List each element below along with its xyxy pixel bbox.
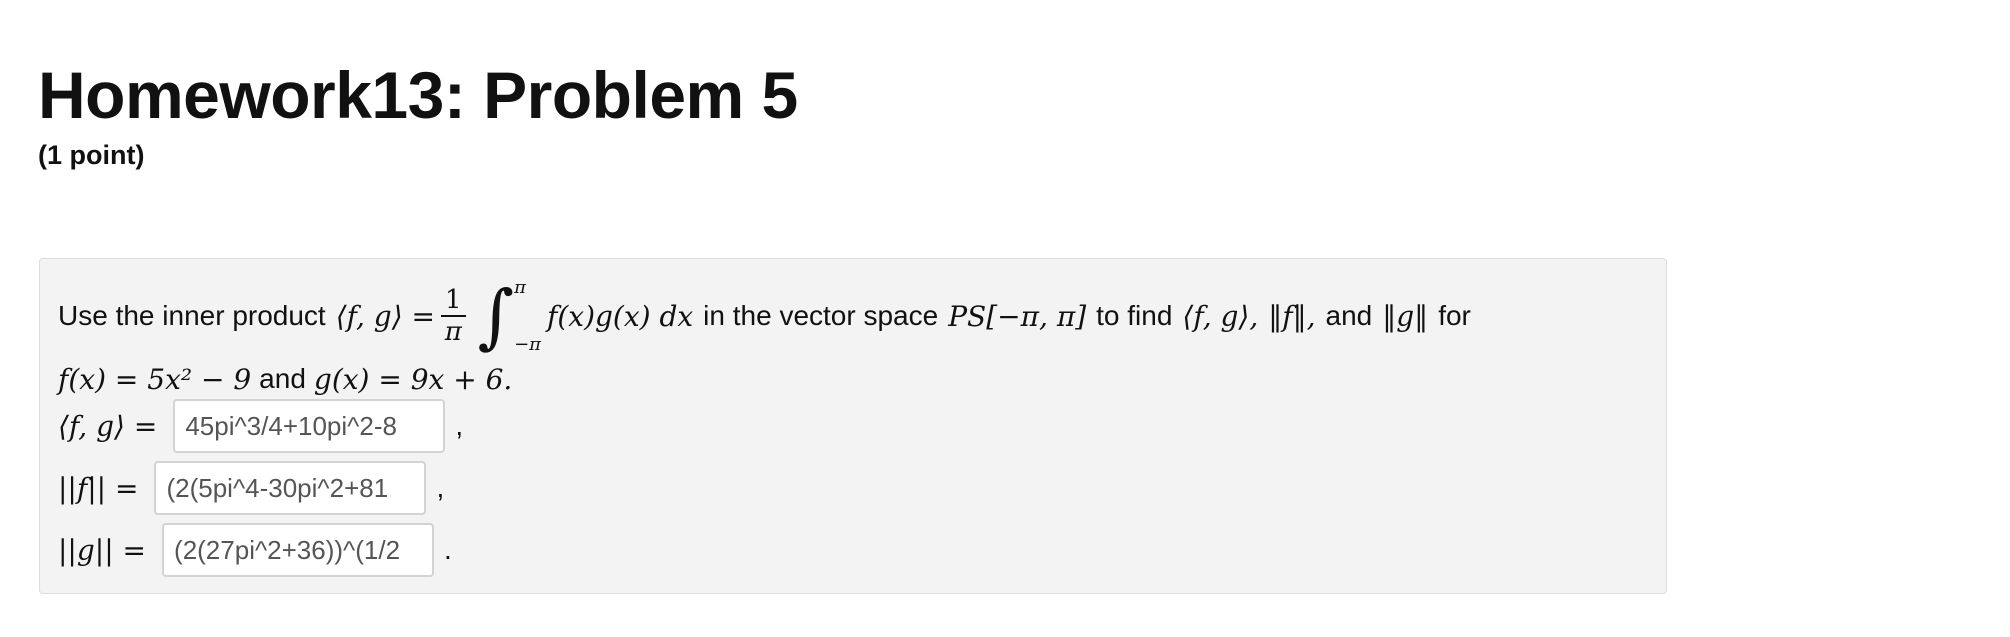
in-space-text: in the vector space	[703, 300, 939, 331]
fraction-numerator: 1	[441, 285, 466, 317]
problem-statement-line-1: Use the inner product ⟨f, g⟩ = 1 π ∫ π −…	[58, 271, 1471, 361]
for-text: for	[1438, 300, 1471, 331]
fraction-denominator: π	[444, 317, 462, 347]
vector-space: PS[−π, π]	[948, 299, 1087, 333]
answer-input-norm-g[interactable]: (2(27pi^2+36))^(1/2	[162, 523, 435, 577]
answer-row-inner-product: ⟨f, g⟩ = 45pi^3/4+10pi^2-8 ,	[58, 399, 463, 453]
integral-limits: π −π	[514, 277, 541, 355]
intro-text: Use the inner product	[58, 300, 326, 331]
answer-punctuation: ,	[455, 410, 464, 441]
fraction: 1 π	[441, 285, 466, 347]
answer-punctuation: ,	[436, 472, 445, 503]
integral-sign: ∫	[477, 275, 515, 357]
answer-input-norm-f[interactable]: (2(5pi^4-30pi^2+81	[154, 461, 427, 515]
integrand: f(x)g(x) dx	[546, 299, 694, 333]
problem-box: Use the inner product ⟨f, g⟩ = 1 π ∫ π −…	[39, 258, 1667, 594]
and-text: and	[1325, 300, 1373, 331]
problem-statement-line-2: f(x) = 5x² − 9 and g(x) = 9x + 6.	[58, 359, 512, 399]
find-norm-f: ‖f‖,	[1268, 299, 1316, 333]
to-find-text: to find	[1096, 300, 1173, 331]
points-label: (1 point)	[38, 140, 145, 170]
integral-upper-limit: π	[514, 277, 526, 298]
answer-label: ||f|| =	[58, 471, 139, 505]
answer-input-inner-product[interactable]: 45pi^3/4+10pi^2-8	[173, 399, 446, 453]
answer-row-norm-f: ||f|| = (2(5pi^4-30pi^2+81 ,	[58, 461, 444, 515]
integral-lower-limit: −π	[514, 334, 541, 355]
find-inner-product: ⟨f, g⟩,	[1182, 299, 1259, 333]
inner-product-lhs: ⟨f, g⟩ =	[335, 299, 436, 333]
g-definition: g(x) = 9x + 6.	[313, 362, 513, 396]
integral: ∫ π −π	[478, 277, 541, 355]
problem-title: Homework13: Problem 5	[38, 58, 798, 132]
answer-punctuation: .	[444, 534, 452, 565]
answer-label: ||g|| =	[58, 533, 147, 567]
f-definition: f(x) = 5x² − 9	[58, 362, 252, 396]
answer-label: ⟨f, g⟩ =	[58, 409, 158, 443]
answer-row-norm-g: ||g|| = (2(27pi^2+36))^(1/2 .	[58, 523, 452, 577]
and-text-2: and	[259, 363, 306, 394]
find-norm-g: ‖g‖	[1382, 299, 1429, 333]
